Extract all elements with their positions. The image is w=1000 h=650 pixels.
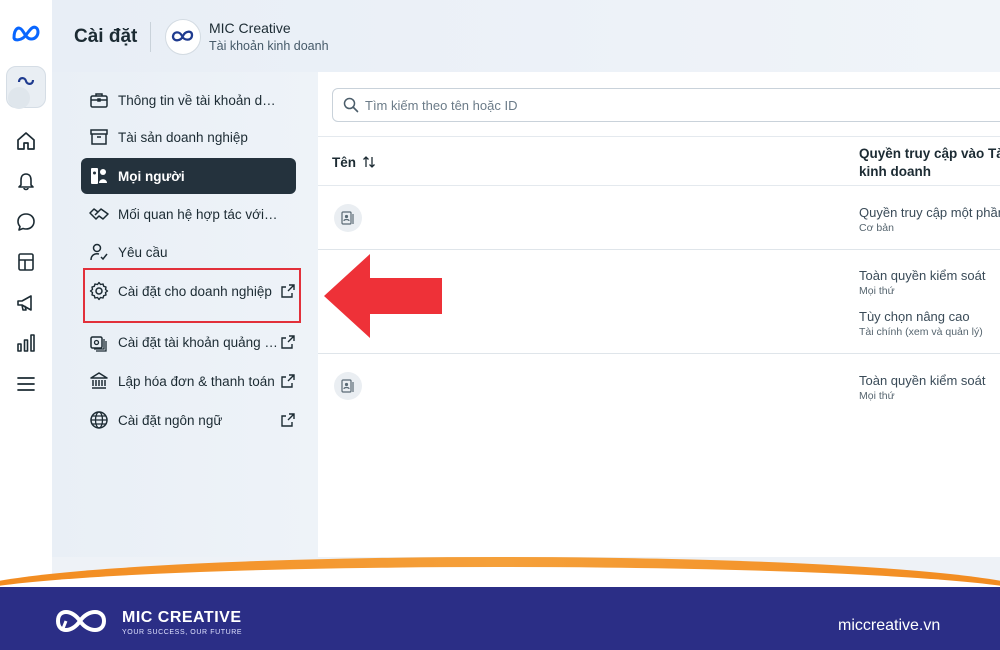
brand-slogan: YOUR SUCCESS, OUR FUTURE (122, 629, 243, 636)
business-account-type: Tài khoản kinh doanh (209, 39, 329, 53)
briefcase-icon (90, 93, 108, 108)
nav-item-partnerships[interactable]: Mối quan hệ hợp tác với đối tác (81, 196, 296, 232)
business-avatar[interactable] (165, 19, 201, 55)
search-input[interactable]: Tìm kiếm theo tên hoặc ID (332, 88, 1000, 122)
nav-item-business-assets[interactable]: Tài sản doanh nghiệp (81, 119, 296, 155)
sort-icon[interactable] (362, 155, 376, 169)
search-icon (343, 97, 359, 113)
website-link[interactable]: miccreative.vn (838, 617, 940, 635)
permission: Toàn quyền kiểm soát Mọi thứ (859, 373, 985, 402)
nav-item-label: Lập hóa đơn & thanh toán (118, 373, 275, 389)
people-icon (91, 168, 107, 184)
nav-item-label: Cài đặt ngôn ngữ (118, 412, 223, 428)
nav-item-people[interactable]: Mọi người (81, 158, 296, 194)
permission-level: Toàn quyền kiểm soát (859, 373, 986, 388)
left-rail (0, 0, 52, 650)
person-icon (341, 211, 354, 225)
mic-logo-icon (171, 30, 194, 42)
page-title: Cài đặt (74, 26, 138, 47)
external-link-icon (281, 413, 295, 427)
permission-detail: Mọi thứ (859, 285, 895, 297)
permission-detail: Tài chính (xem và quản lý) (859, 326, 983, 338)
permission-detail: Cơ bản (859, 222, 894, 234)
nav-item-label: Tài sản doanh nghiệp (118, 129, 248, 145)
nav-item-label: Mọi người (118, 168, 185, 184)
person-check-icon (90, 243, 108, 261)
column-header-access-line1: Quyền truy cập vào Tài (859, 146, 1000, 161)
home-icon[interactable] (15, 130, 37, 152)
external-link-icon (281, 374, 295, 388)
archive-icon (90, 129, 108, 145)
bank-icon (90, 372, 108, 389)
permission-level: Quyền truy cập một phần (859, 205, 1000, 220)
nav-item-label: Mối quan hệ hợp tác với đối tác (118, 206, 278, 222)
nav-item-billing[interactable]: Lập hóa đơn & thanh toán (81, 363, 296, 399)
meta-logo-icon[interactable] (9, 22, 43, 44)
business-account-switcher[interactable] (6, 66, 46, 109)
permission: Tùy chọn nâng cao Tài chính (xem và quản… (859, 309, 983, 338)
column-header-access: Quyền truy cập vào Tài kinh doanh (859, 145, 1000, 181)
nav-item-label: Thông tin về tài khoản doanh nghiệp (118, 92, 278, 108)
person-avatar (334, 204, 362, 232)
brand-name: MIC CREATIVE (122, 609, 242, 626)
ad-account-icon (90, 336, 107, 352)
business-name: MIC Creative (209, 20, 291, 36)
megaphone-icon[interactable] (15, 292, 37, 314)
column-header-name[interactable]: Tên (332, 155, 356, 170)
permission-level: Tùy chọn nâng cao (859, 309, 970, 324)
mic-logo-icon (55, 610, 107, 632)
table-header: Tên Quyền truy cập vào Tài kinh doanh (318, 136, 1000, 186)
external-link-icon (281, 335, 295, 349)
footer-banner: MIC CREATIVE YOUR SUCCESS, OUR FUTURE mi… (0, 557, 1000, 650)
chat-icon[interactable] (15, 211, 37, 233)
person-avatar (334, 372, 362, 400)
permission: Toàn quyền kiểm soát Mọi thứ (859, 268, 985, 297)
search-placeholder: Tìm kiếm theo tên hoặc ID (365, 98, 518, 113)
column-header-access-line2: kinh doanh (859, 164, 931, 179)
nav-item-ad-account-settings[interactable]: Cài đặt tài khoản quảng cáo (81, 324, 296, 360)
handshake-icon (89, 208, 109, 220)
chart-icon[interactable] (15, 332, 37, 354)
red-arrow-icon (324, 254, 442, 338)
divider (150, 22, 151, 52)
nav-item-requests[interactable]: Yêu cầu (81, 234, 296, 270)
header: Cài đặt MIC Creative Tài khoản kinh doan… (52, 0, 1000, 72)
nav-item-label: Cài đặt tài khoản quảng cáo (118, 334, 278, 350)
menu-icon[interactable] (15, 373, 37, 395)
globe-icon (90, 411, 108, 429)
nav-item-language-settings[interactable]: Cài đặt ngôn ngữ (81, 402, 296, 438)
table-row[interactable]: Quyền truy cập một phần Cơ bản (318, 186, 1000, 250)
highlight-box (83, 268, 301, 323)
nav-item-business-info[interactable]: Thông tin về tài khoản doanh nghiệp (81, 82, 296, 118)
permission: Quyền truy cập một phần Cơ bản (859, 205, 1000, 234)
table-row[interactable]: Toàn quyền kiểm soát Mọi thứ (318, 354, 1000, 418)
pages-icon[interactable] (15, 251, 37, 273)
permission-detail: Mọi thứ (859, 390, 895, 402)
bell-icon[interactable] (15, 170, 37, 192)
nav-item-label: Yêu cầu (118, 244, 168, 260)
person-icon (341, 379, 354, 393)
permission-level: Toàn quyền kiểm soát (859, 268, 986, 283)
